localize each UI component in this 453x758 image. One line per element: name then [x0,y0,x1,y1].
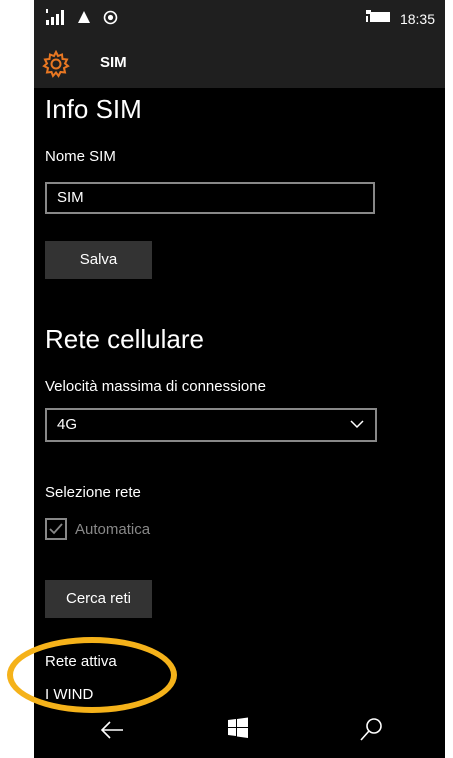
automatic-label: Automatica [75,520,151,538]
sim-name-label: Nome SIM [45,148,116,165]
connection-speed-label: Velocità massima di connessione [45,378,266,395]
sim-name-input[interactable]: SIM [45,182,375,214]
highlight-ellipse [7,637,177,713]
network-selection-label: Selezione rete [45,484,141,501]
connection-speed-value: 4G [57,416,78,433]
search-networks-button[interactable]: Cerca reti [45,580,152,618]
roaming-triangle-icon [77,10,91,28]
status-bar: 18:35 [34,0,445,40]
location-icon [103,10,118,29]
sim-info-heading: Info SIM [45,94,142,124]
search-icon[interactable] [357,716,385,744]
chevron-down-icon [349,417,365,435]
settings-gear-icon [42,49,70,78]
save-button[interactable]: Salva [45,241,152,279]
signal-icon [45,9,65,29]
battery-charging-icon [365,10,392,27]
cellular-heading: Rete cellulare [45,324,204,354]
back-arrow-icon[interactable] [98,716,126,744]
connection-speed-dropdown[interactable]: 4G [45,408,377,442]
page-title: SIM [100,54,127,71]
app-header: SIM [34,40,445,88]
automatic-checkbox-row[interactable]: Automatica [45,518,150,540]
windows-start-icon[interactable] [226,716,254,744]
checkbox-icon[interactable] [45,518,67,540]
status-time: 18:35 [399,10,435,27]
